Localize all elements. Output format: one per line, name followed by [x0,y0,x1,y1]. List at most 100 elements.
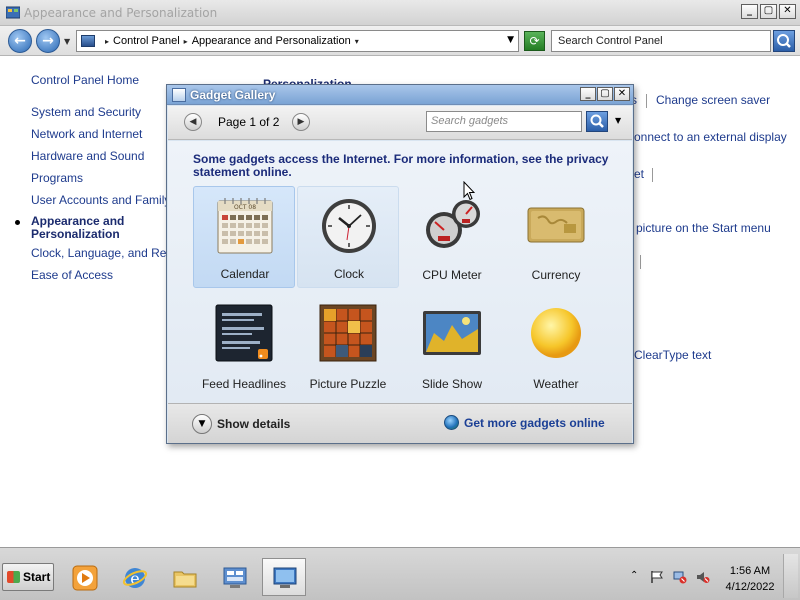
folder-icon [173,571,197,588]
slide-show-gadget-icon [423,311,481,355]
gallery-minimize-button[interactable]: _ [580,87,596,101]
show-desktop-button[interactable] [783,554,798,598]
left-navigation: Control Panel Home System and Security N… [0,57,188,547]
internet-notice[interactable]: Some gadgets access the Internet. For mo… [193,153,613,179]
nav-clock-language-region[interactable]: Clock, Language, and Regio [31,246,182,260]
refresh-button[interactable]: ⟳ [524,31,545,51]
search-icon [777,34,791,48]
clock-time[interactable]: 1:56 AM [726,565,774,577]
server-manager-icon [223,567,247,588]
link-fragment-et[interactable]: et [634,167,644,181]
page-indicator: Page 1 of 2 [218,115,280,129]
gadget-gallery-dialog: Gadget Gallery _ ▢ ✕ ◀ Page 1 of 2 ▶ Sea… [166,84,634,444]
clock-date[interactable]: 4/12/2022 [722,581,778,593]
nav-network-internet[interactable]: Network and Internet [31,127,142,141]
gadget-label: Calendar [220,267,270,281]
recent-pages-dropdown[interactable]: ▼ [64,37,70,46]
gadget-label: CPU Meter [422,268,482,282]
weather-gadget-icon [531,308,581,358]
gallery-toolbar: ◀ Page 1 of 2 ▶ Search gadgets ▼ [168,106,632,140]
gadget-label: Feed Headlines [201,377,287,391]
arrow-left-icon: ← [14,33,26,49]
gadget-search-button[interactable] [586,111,608,132]
refresh-icon: ⟳ [529,34,540,48]
nav-appearance-current[interactable]: Appearance and Personalization [31,215,141,241]
chevron-right-icon: ▶ [297,117,305,127]
taskbar: Start e ⌃ 1:56 AM 4/12/2022 [0,547,800,600]
nav-user-accounts[interactable]: User Accounts and Family Sa [31,193,188,207]
gadget-grid-area: Some gadgets access the Internet. For mo… [168,141,632,403]
taskbar-internet-explorer[interactable]: e [112,558,156,596]
chevron-right-icon[interactable]: ▸ [184,37,188,46]
nav-system-security[interactable]: System and Security [31,105,141,119]
search-icon [590,114,604,128]
nav-hardware-sound[interactable]: Hardware and Sound [31,149,144,163]
start-label: Start [23,570,51,584]
minimize-button[interactable]: _ [741,4,758,19]
back-button[interactable]: ← [8,29,32,53]
close-button[interactable]: ✕ [779,4,796,19]
breadcrumb-control-panel[interactable]: Control Panel [113,35,180,47]
search-input[interactable]: Search Control Panel [551,30,771,52]
gadget-label: Slide Show [421,377,483,391]
internet-explorer-icon: e [122,568,148,588]
action-center-flag-icon[interactable] [650,570,664,584]
next-page-button[interactable]: ▶ [292,113,310,131]
gadget-label: Clock [333,267,364,281]
address-field[interactable]: ▸ Control Panel ▸ Appearance and Persona… [76,30,519,52]
currency-gadget-icon [527,207,585,243]
separator [646,94,647,108]
tray-expand-icon[interactable]: ⌃ [630,570,644,584]
chevron-down-icon: ▼ [198,419,206,429]
gadget-cpu-meter[interactable]: CPU Meter [401,186,503,288]
gadget-clock[interactable]: Clock [297,186,399,288]
get-more-gadgets-link[interactable]: Get more gadgets online [464,416,605,430]
link-start-menu-picture[interactable]: picture on the Start menu [636,221,771,235]
link-connect-external-display[interactable]: onnect to an external display [634,130,787,144]
search-button[interactable] [773,30,795,52]
show-details-label[interactable]: Show details [217,417,290,431]
gadget-picture-puzzle[interactable]: Picture Puzzle [297,295,399,397]
gallery-titlebar[interactable]: Gadget Gallery _ ▢ ✕ [167,85,633,105]
show-details-toggle[interactable]: ▼ [192,414,212,434]
gallery-footer: ▼ Show details Get more gadgets online [168,403,632,443]
previous-page-button[interactable]: ◀ [184,113,202,131]
network-disconnected-icon[interactable] [673,570,687,584]
gallery-maximize-button[interactable]: ▢ [597,87,613,101]
maximize-button[interactable]: ▢ [760,4,777,19]
taskbar-server-manager[interactable] [212,558,256,596]
gadget-label: Weather [533,377,579,391]
gadget-currency[interactable]: Currency [505,186,607,288]
gadget-slide-show[interactable]: Slide Show [401,295,503,397]
chevron-down-icon[interactable]: ▾ [355,37,359,46]
picture-puzzle-gadget-icon [319,304,377,362]
link-change-screen-saver[interactable]: Change screen saver [656,93,770,107]
nav-ease-of-access[interactable]: Ease of Access [31,268,113,282]
calendar-gadget-icon: OCT 08 [217,198,273,254]
media-player-icon [72,565,98,591]
taskbar-media-player[interactable] [62,558,106,596]
address-dropdown-icon[interactable]: ▼ [507,35,514,45]
nav-control-panel-home[interactable]: Control Panel Home [31,73,139,87]
chevron-right-icon[interactable]: ▸ [105,37,109,46]
breadcrumb-appearance[interactable]: Appearance and Personalization [192,35,351,47]
link-cleartype-text[interactable]: ClearType text [634,348,711,362]
gadget-weather[interactable]: Weather [505,295,607,397]
gadget-feed-headlines[interactable]: Feed Headlines [193,295,295,397]
taskbar-control-panel[interactable] [262,558,306,596]
control-panel-icon [81,35,95,47]
gadget-search-input[interactable]: Search gadgets [426,111,582,132]
start-button[interactable]: Start [2,563,54,591]
search-options-dropdown[interactable]: ▼ [615,116,621,125]
address-toolbar: ← → ▼ ▸ Control Panel ▸ Appearance and P… [0,26,800,56]
taskbar-explorer[interactable] [162,558,206,596]
globe-icon [444,415,459,430]
gadget-calendar[interactable]: OCT 08 Calendar [193,186,295,288]
arrow-right-icon: → [42,33,54,49]
gallery-close-button[interactable]: ✕ [614,87,630,101]
volume-muted-icon[interactable] [696,570,710,584]
chevron-left-icon: ◀ [189,117,197,127]
nav-programs[interactable]: Programs [31,171,83,185]
forward-button[interactable]: → [36,29,60,53]
cpu-meter-gadget-icon [426,200,480,248]
